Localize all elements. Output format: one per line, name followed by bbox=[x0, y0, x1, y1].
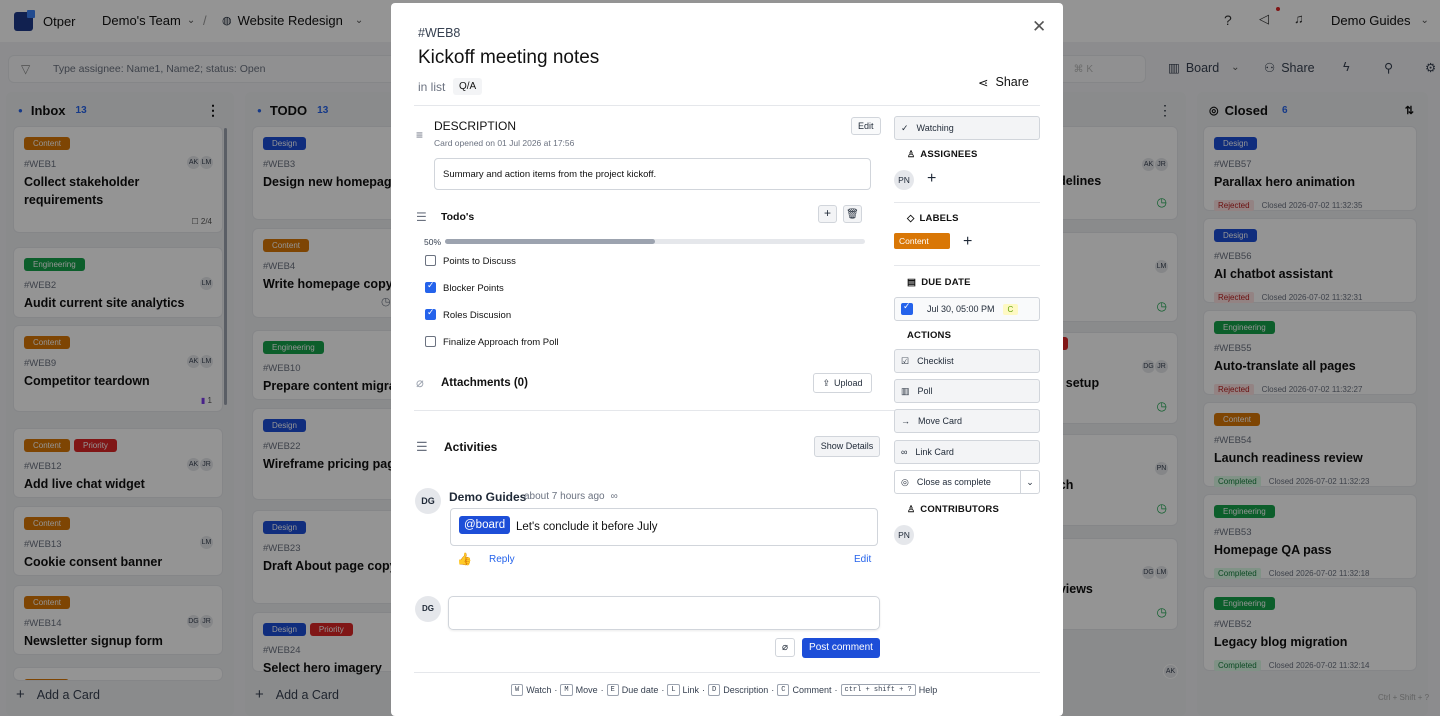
edit-comment-link[interactable]: Edit bbox=[854, 554, 871, 565]
mention-tag[interactable]: @board bbox=[459, 516, 511, 534]
divider bbox=[414, 105, 1040, 106]
description-heading: DESCRIPTION bbox=[434, 119, 517, 133]
todo-item[interactable]: Finalize Approach from Poll bbox=[424, 335, 624, 351]
reply-link[interactable]: Reply bbox=[489, 554, 515, 565]
due-badge: C bbox=[1002, 303, 1019, 315]
list-badge[interactable]: Q/A bbox=[453, 78, 483, 95]
assignee-avatar[interactable]: PN bbox=[894, 170, 914, 190]
shortcut-bar: W Watch · M Move · E Due date · L Link · D Descri… bbox=[511, 684, 937, 696]
todo-item[interactable]: Blocker Points bbox=[424, 280, 624, 297]
contributors-heading: ♙ CONTRIBUTORS bbox=[907, 504, 1000, 515]
like-icon[interactable]: 👍 bbox=[457, 552, 472, 566]
card-detail-modal: #WEB8 Kickoff meeting notes ✕ in list Q/… bbox=[391, 3, 1063, 716]
todo-checkbox[interactable] bbox=[425, 307, 436, 320]
check-circle-icon: ◎ bbox=[901, 476, 909, 487]
in-list-label: in list bbox=[418, 80, 446, 94]
comment-input[interactable] bbox=[448, 596, 880, 630]
todo-item[interactable]: Roles Discusion bbox=[424, 307, 624, 324]
actions-heading: ACTIONS bbox=[907, 330, 952, 341]
assignees-heading: ♙ ASSIGNEES bbox=[907, 149, 978, 160]
share-icon: ⋖ bbox=[978, 76, 989, 90]
arrow-right-icon: → bbox=[901, 416, 910, 426]
add-label-icon[interactable]: + bbox=[963, 233, 972, 251]
divider bbox=[414, 672, 1040, 673]
due-date-heading: ▤ DUE DATE bbox=[907, 277, 971, 288]
watching-button[interactable]: ✓ Watching bbox=[894, 116, 1040, 140]
description-text[interactable]: Summary and action items from the projec… bbox=[434, 158, 871, 190]
comment-body: @board Let's conclude it before July bbox=[450, 508, 878, 546]
list-icon: ☰ bbox=[416, 439, 428, 454]
progress-percent: 50% bbox=[424, 237, 442, 247]
card-title[interactable]: Kickoff meeting notes bbox=[418, 47, 599, 69]
description-icon: ≡ bbox=[416, 128, 424, 142]
users-icon: ♙ bbox=[907, 504, 916, 514]
opened-date: Card opened on 01 Jul 2026 at 17:56 bbox=[434, 138, 575, 148]
divider bbox=[894, 202, 1040, 203]
avatar: DG bbox=[415, 488, 441, 514]
move-card-button[interactable]: → Move Card bbox=[894, 409, 1040, 433]
bar-chart-icon: ▥ bbox=[901, 385, 910, 396]
todos-heading: Todo's bbox=[441, 211, 475, 223]
chevron-down-icon[interactable]: ⌄ bbox=[1020, 471, 1039, 493]
poll-button[interactable]: ▥ Poll bbox=[894, 379, 1040, 403]
todo-checkbox[interactable] bbox=[425, 280, 436, 293]
progress-bar bbox=[445, 239, 865, 244]
todo-item[interactable]: Points to Discuss bbox=[424, 254, 624, 270]
edit-description-button[interactable]: Edit bbox=[851, 117, 881, 135]
attach-icon[interactable]: ⌀ bbox=[775, 638, 795, 657]
attachments-heading: Attachments (0) bbox=[441, 377, 528, 389]
paperclip-icon: ⌀ bbox=[416, 375, 424, 390]
labels-heading: ◇ LABELS bbox=[907, 213, 959, 224]
check-icon: ✓ bbox=[901, 122, 909, 133]
calendar-icon: ▤ bbox=[907, 277, 917, 288]
comment-text: Let's conclude it before July bbox=[516, 521, 658, 533]
todo-checkbox[interactable] bbox=[425, 255, 436, 266]
upload-button[interactable]: ⇪ Upload bbox=[813, 373, 872, 393]
show-details-button[interactable]: Show Details bbox=[814, 436, 880, 457]
upload-icon: ⇪ bbox=[822, 377, 830, 388]
progress-fill bbox=[445, 239, 655, 244]
card-id: #WEB8 bbox=[418, 26, 461, 40]
activities-heading: Activities bbox=[444, 440, 498, 454]
link-card-button[interactable]: ∞ Link Card bbox=[894, 440, 1040, 464]
link-icon: ∞ bbox=[901, 447, 908, 457]
add-assignee-icon[interactable]: + bbox=[927, 170, 936, 188]
contributor-avatar: PN bbox=[894, 525, 914, 545]
post-comment-button[interactable]: Post comment bbox=[802, 638, 880, 658]
user-icon: ♙ bbox=[907, 149, 916, 159]
close-as-complete-button[interactable]: ◎ Close as complete ⌄ bbox=[894, 470, 1040, 494]
divider bbox=[894, 265, 1040, 266]
due-date-field[interactable]: Jul 30, 05:00 PM C bbox=[894, 297, 1040, 321]
tag-icon: ◇ bbox=[907, 213, 915, 224]
close-icon[interactable]: ✕ bbox=[1032, 17, 1046, 37]
checklist-button[interactable]: ☑ Checklist bbox=[894, 349, 1040, 373]
add-todo-icon[interactable]: + bbox=[818, 205, 837, 223]
trash-icon[interactable]: 🗑 bbox=[843, 205, 862, 223]
share-button[interactable]: ⋖ Share bbox=[978, 75, 1029, 90]
label-tag[interactable]: Content bbox=[894, 233, 950, 249]
comment-author: Demo Guides bbox=[449, 490, 527, 504]
todo-checkbox[interactable] bbox=[425, 336, 436, 347]
avatar: DG bbox=[415, 596, 441, 622]
checklist-icon: ☰ bbox=[416, 210, 427, 224]
link-icon[interactable]: ∞ bbox=[611, 491, 618, 502]
comment-time: about 7 hours ago ∞ bbox=[524, 491, 618, 502]
checkbox-icon: ☑ bbox=[901, 355, 910, 366]
due-checkbox[interactable] bbox=[901, 301, 913, 315]
